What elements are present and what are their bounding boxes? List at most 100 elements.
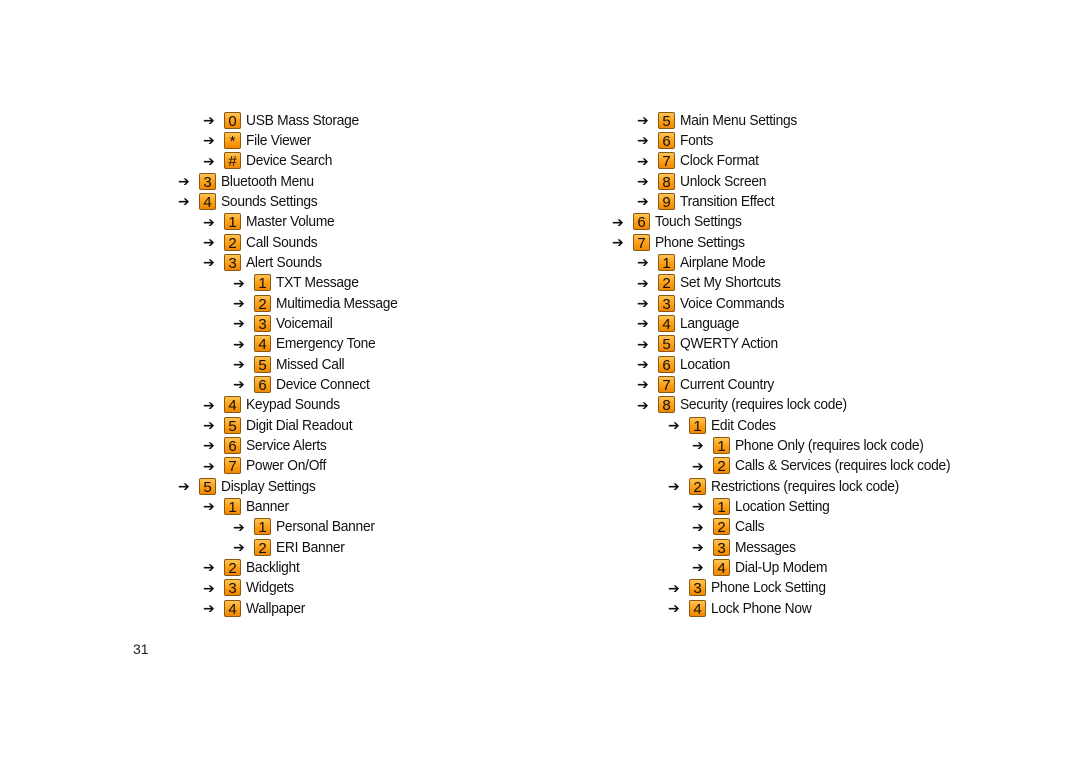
keypad-key-badge: 4 xyxy=(713,558,730,576)
menu-item-label: Main Menu Settings xyxy=(680,111,797,129)
menu-item-location-setting: ➔ 1 Location Setting xyxy=(612,496,969,516)
menu-item-edit-codes: ➔ 1 Edit Codes xyxy=(612,415,969,435)
menu-item-unlock-screen: ➔ 8 Unlock Screen xyxy=(612,171,969,191)
keypad-key-badge: 5 xyxy=(199,477,216,495)
arrow-right-icon: ➔ xyxy=(203,559,215,576)
menu-item-label: Device Search xyxy=(246,152,333,170)
menu-item-label: Missed Call xyxy=(276,355,345,373)
menu-item-label: Display Settings xyxy=(221,477,316,495)
arrow-right-icon: ➔ xyxy=(203,152,215,169)
menu-item-label: Security (requires lock code) xyxy=(680,396,847,414)
keypad-key-badge: 1 xyxy=(658,253,675,271)
menu-item-label: Call Sounds xyxy=(246,233,318,251)
menu-item-label: USB Mass Storage xyxy=(246,111,359,129)
menu-item-label: Calls xyxy=(735,518,765,536)
keypad-key-badge: 5 xyxy=(658,335,675,353)
page-number: 31 xyxy=(133,641,149,657)
keypad-key-badge: 3 xyxy=(713,538,730,556)
menu-item-label: Backlight xyxy=(246,558,300,576)
keypad-key-badge: 5 xyxy=(254,355,271,373)
arrow-right-icon: ➔ xyxy=(668,600,680,617)
arrow-right-icon: ➔ xyxy=(637,335,649,352)
keypad-key-badge: 1 xyxy=(713,497,730,515)
menu-item-file-viewer: ➔ * File Viewer xyxy=(178,130,408,150)
menu-item-multimedia-message: ➔ 2 Multimedia Message xyxy=(178,293,408,313)
keypad-key-badge: 5 xyxy=(224,416,241,434)
arrow-right-icon: ➔ xyxy=(233,335,245,352)
menu-item-alert-sounds: ➔ 3 Alert Sounds xyxy=(178,252,408,272)
keypad-key-badge: 1 xyxy=(224,497,241,515)
arrow-right-icon: ➔ xyxy=(178,193,190,210)
menu-item-phone-only-requires-lock-code: ➔ 1 Phone Only (requires lock code) xyxy=(612,435,969,455)
menu-item-label: Device Connect xyxy=(276,375,370,393)
menu-item-label: Voicemail xyxy=(276,314,333,332)
menu-item-label: Fonts xyxy=(680,131,714,149)
arrow-right-icon: ➔ xyxy=(203,600,215,617)
keypad-key-badge: 6 xyxy=(254,375,271,393)
keypad-key-badge: 4 xyxy=(224,599,241,617)
arrow-right-icon: ➔ xyxy=(637,193,649,210)
menu-item-label: Phone Lock Setting xyxy=(711,579,826,597)
menu-item-label: Voice Commands xyxy=(680,294,785,312)
menu-item-lock-phone-now: ➔ 4 Lock Phone Now xyxy=(612,598,969,618)
menu-item-sounds-settings: ➔ 4 Sounds Settings xyxy=(178,191,408,211)
menu-item-label: Personal Banner xyxy=(276,518,375,536)
arrow-right-icon: ➔ xyxy=(692,559,704,576)
arrow-right-icon: ➔ xyxy=(637,274,649,291)
arrow-right-icon: ➔ xyxy=(692,539,704,556)
keypad-key-badge: 2 xyxy=(658,274,675,292)
keypad-key-badge: 1 xyxy=(254,518,271,536)
keypad-key-badge: 6 xyxy=(658,355,675,373)
menu-item-call-sounds: ➔ 2 Call Sounds xyxy=(178,232,408,252)
menu-item-label: Service Alerts xyxy=(246,436,327,454)
keypad-key-badge: 4 xyxy=(689,599,706,617)
menu-item-location: ➔ 6 Location xyxy=(612,354,969,374)
arrow-right-icon: ➔ xyxy=(203,213,215,230)
arrow-right-icon: ➔ xyxy=(637,132,649,149)
arrow-right-icon: ➔ xyxy=(203,112,215,129)
keypad-key-badge: 1 xyxy=(224,213,241,231)
keypad-key-badge: 2 xyxy=(224,233,241,251)
keypad-key-badge: 1 xyxy=(713,436,730,454)
arrow-right-icon: ➔ xyxy=(637,315,649,332)
menu-item-label: Keypad Sounds xyxy=(246,396,340,414)
arrow-right-icon: ➔ xyxy=(178,478,190,495)
menu-item-emergency-tone: ➔ 4 Emergency Tone xyxy=(178,334,408,354)
arrow-right-icon: ➔ xyxy=(692,498,704,515)
arrow-right-icon: ➔ xyxy=(233,274,245,291)
menu-item-label: Airplane Mode xyxy=(680,253,766,271)
menu-item-banner: ➔ 1 Banner xyxy=(178,496,408,516)
arrow-right-icon: ➔ xyxy=(233,376,245,393)
arrow-right-icon: ➔ xyxy=(612,213,624,230)
menu-item-label: TXT Message xyxy=(276,274,359,292)
menu-item-label: Sounds Settings xyxy=(221,192,318,210)
keypad-key-badge: 5 xyxy=(658,111,675,129)
menu-item-messages: ➔ 3 Messages xyxy=(612,537,969,557)
keypad-key-badge: 0 xyxy=(224,111,241,129)
arrow-right-icon: ➔ xyxy=(637,356,649,373)
menu-item-phone-lock-setting: ➔ 3 Phone Lock Setting xyxy=(612,578,969,598)
keypad-key-badge: 6 xyxy=(224,436,241,454)
menu-item-wallpaper: ➔ 4 Wallpaper xyxy=(178,598,408,618)
arrow-right-icon: ➔ xyxy=(233,315,245,332)
keypad-key-badge: 2 xyxy=(713,457,730,475)
menu-item-eri-banner: ➔ 2 ERI Banner xyxy=(178,537,408,557)
keypad-key-badge: 3 xyxy=(689,579,706,597)
menu-item-txt-message: ➔ 1 TXT Message xyxy=(178,273,408,293)
menu-item-label: Current Country xyxy=(680,375,775,393)
menu-item-clock-format: ➔ 7 Clock Format xyxy=(612,151,969,171)
keypad-key-badge: 7 xyxy=(658,152,675,170)
menu-item-security-requires-lock-code: ➔ 8 Security (requires lock code) xyxy=(612,395,969,415)
menu-item-label: Wallpaper xyxy=(246,599,306,617)
keypad-key-badge: 4 xyxy=(658,314,675,332)
arrow-right-icon: ➔ xyxy=(692,437,704,454)
keypad-key-badge: 2 xyxy=(254,294,271,312)
menu-item-personal-banner: ➔ 1 Personal Banner xyxy=(178,517,408,537)
menu-item-service-alerts: ➔ 6 Service Alerts xyxy=(178,435,408,455)
menu-item-dial-up-modem: ➔ 4 Dial-Up Modem xyxy=(612,557,969,577)
arrow-right-icon: ➔ xyxy=(233,518,245,535)
menu-tree-left-column: ➔ 0 USB Mass Storage ➔ * File Viewer ➔ # Device … xyxy=(178,110,408,618)
menu-item-power-on-off: ➔ 7 Power On/Off xyxy=(178,456,408,476)
arrow-right-icon: ➔ xyxy=(203,132,215,149)
keypad-key-badge: 7 xyxy=(224,457,241,475)
